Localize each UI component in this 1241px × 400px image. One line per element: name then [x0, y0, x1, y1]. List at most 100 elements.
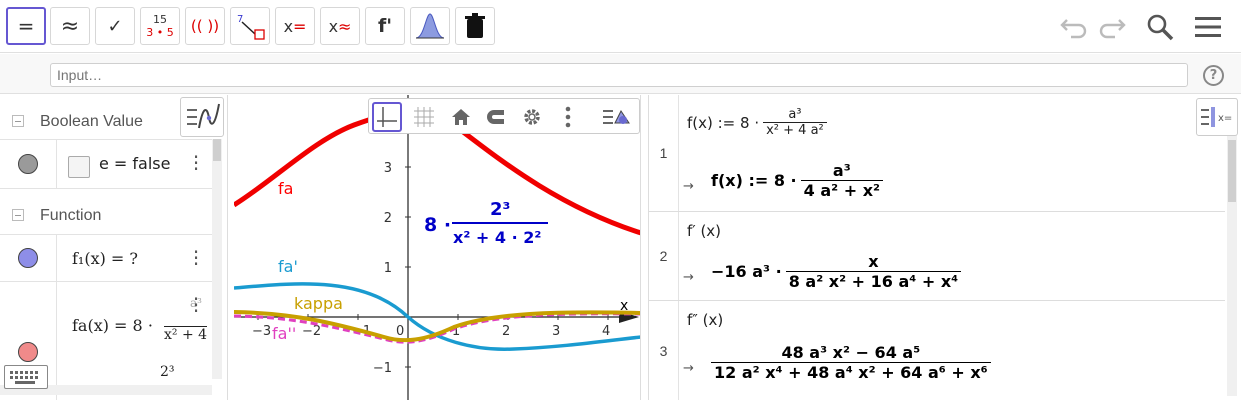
home-button[interactable]: [446, 102, 476, 132]
cas-input[interactable]: f″ (x): [687, 311, 723, 329]
snap-toggle[interactable]: [481, 102, 511, 132]
solve-numeric-icon: x≈: [328, 16, 352, 36]
cas-row[interactable]: 3 f″ (x) → 48 a³ x² − 64 a⁵ 12 a² x⁴ + 4…: [649, 301, 1225, 400]
output-arrow-icon: →: [683, 361, 694, 376]
cas-output-prefix: f(x) := 8 ·: [711, 171, 797, 190]
expression-denominator: x² + 4 · 2²: [453, 228, 541, 247]
y-tick-label: 3: [384, 161, 392, 176]
cas-output-prefix: −16 a³ ·: [711, 262, 782, 281]
hamburger-menu-icon: [1195, 17, 1221, 37]
output-arrow-icon: →: [683, 270, 694, 285]
expand-icon: (( )): [190, 17, 220, 35]
magnet-icon: [487, 110, 504, 124]
collapse-icon[interactable]: [12, 209, 24, 221]
redo-button[interactable]: [1096, 12, 1128, 42]
grid-toggle[interactable]: [409, 102, 439, 132]
boolean-value-text: e = false: [99, 154, 171, 173]
graph-canvas[interactable]: −3 −2 −1 0 1 2 3 4 321−1 x fa fa' kappa fa'' 8 …: [234, 95, 641, 400]
label-fa-prime: fa': [278, 257, 298, 276]
check-icon: ✓: [107, 15, 123, 37]
settings-button[interactable]: [517, 102, 547, 132]
algebra-view: Boolean Value e = false · · · Function f₁(…: [0, 95, 228, 400]
undo-button[interactable]: [1058, 12, 1090, 42]
menu-button[interactable]: [1192, 12, 1224, 42]
axes-icon: [377, 107, 397, 127]
more-options-button[interactable]: [553, 102, 583, 132]
substitute-icon: 7: [237, 14, 265, 40]
cas-input-numerator: a³: [788, 107, 802, 122]
axes-toggle[interactable]: [372, 102, 402, 132]
factor-tool-button[interactable]: 15 3 • 5: [140, 7, 180, 45]
category-label: Boolean Value: [40, 113, 143, 130]
probability-tool-button[interactable]: [410, 7, 450, 45]
graphics-style-bar: [368, 98, 640, 134]
more-options-icon[interactable]: · · ·: [191, 147, 201, 179]
cas-input[interactable]: f′ (x): [687, 222, 721, 240]
label-kappa: kappa: [294, 294, 343, 313]
factor-top-text: 15: [153, 13, 167, 26]
cas-style-icon: x=: [1201, 107, 1232, 127]
category-function[interactable]: Function: [0, 193, 212, 237]
svg-text:x=: x=: [1218, 113, 1232, 124]
cas-output-numerator: a³: [832, 161, 851, 180]
input-bar: ?: [0, 54, 1241, 94]
style-bar-toggle[interactable]: [601, 102, 631, 132]
solve-numerically-tool-button[interactable]: x≈: [320, 7, 360, 45]
home-icon: [452, 109, 470, 125]
expression-prefix: 8 ·: [424, 214, 451, 236]
cas-output-numerator: 48 a³ x² − 64 a⁵: [781, 343, 921, 362]
graphics-view[interactable]: −3 −2 −1 0 1 2 3 4 3 2 1 −1 x fa fa' kappa fa'' 8 …: [234, 95, 641, 400]
partial-denominator: x² + 4: [164, 326, 208, 343]
solve-tool-button[interactable]: x=: [275, 7, 315, 45]
toolbar: = ≈ ✓ 15 3 • 5 (( )) 7 x= x≈ f': [0, 0, 1241, 53]
x-tick-label: 2: [502, 324, 510, 339]
more-options-icon[interactable]: · · ·: [191, 289, 201, 321]
cas-scroll-thumb[interactable]: [1228, 140, 1236, 202]
cas-output-denominator: 4 a² + x²: [800, 180, 884, 200]
grid-icon: [414, 107, 434, 127]
search-button[interactable]: [1144, 12, 1176, 42]
algebra-scroll-thumb[interactable]: [213, 139, 221, 161]
algebra-scrollbar[interactable]: [212, 139, 222, 379]
algebra-item-f1[interactable]: f₁(x) = ? · · ·: [0, 234, 212, 282]
numeric-tool-button[interactable]: ≈: [50, 7, 90, 45]
redo-icon: [1099, 19, 1126, 39]
cas-output: −16 a³ · x 8 a² x² + 16 a⁴ + x⁴: [711, 252, 962, 291]
help-icon[interactable]: ?: [1203, 65, 1224, 86]
visibility-toggle[interactable]: [18, 248, 38, 268]
search-icon: [1147, 14, 1174, 41]
graph-style-icon: [187, 103, 220, 129]
visibility-toggle[interactable]: [18, 154, 38, 174]
solve-icon: x=: [283, 16, 307, 36]
cas-row[interactable]: 2 f′ (x) → −16 a³ · x 8 a² x² + 16 a⁴ + …: [649, 212, 1225, 301]
cas-row-number: 2: [649, 212, 679, 300]
algebra-item-boolean[interactable]: e = false · · ·: [0, 139, 212, 189]
factor-bottom-text: 3 • 5: [146, 26, 174, 39]
derivative-tool-button[interactable]: f': [365, 7, 405, 45]
cas-style-toggle[interactable]: x=: [1196, 98, 1238, 136]
checkbox[interactable]: [68, 156, 90, 178]
style-bar-icon: [603, 110, 630, 124]
label-fa: fa: [278, 179, 293, 198]
y-axis-ticks: 3 2 1 −1: [373, 161, 411, 376]
more-options-icon[interactable]: · · ·: [191, 242, 201, 274]
evaluate-tool-button[interactable]: =: [6, 7, 46, 45]
label-fa-second: fa'': [272, 324, 296, 343]
cas-view: 1 f(x) := 8 · a³ x² + 4 a² → f(x) := 8 ·…: [648, 95, 1241, 400]
cas-row[interactable]: 1 f(x) := 8 · a³ x² + 4 a² → f(x) := 8 ·…: [649, 95, 1225, 212]
cas-row-number: 1: [649, 95, 679, 211]
keyboard-button[interactable]: [4, 365, 48, 389]
cas-input[interactable]: f(x) := 8 · a³ x² + 4 a²: [687, 107, 827, 138]
graphics-style-toggle[interactable]: [180, 97, 224, 137]
derivative-icon: f': [377, 15, 393, 37]
expand-tool-button[interactable]: (( )): [185, 7, 225, 45]
collapse-icon[interactable]: [12, 115, 24, 127]
cas-row-number: 3: [649, 301, 679, 400]
keep-input-tool-button[interactable]: ✓: [95, 7, 135, 45]
visibility-toggle[interactable]: [18, 342, 38, 362]
input-field[interactable]: [50, 63, 1188, 87]
substitute-tool-button[interactable]: 7: [230, 7, 270, 45]
cas-input-denominator: x² + 4 a²: [763, 122, 827, 138]
trash-icon: [465, 13, 485, 38]
delete-tool-button[interactable]: [455, 7, 495, 45]
